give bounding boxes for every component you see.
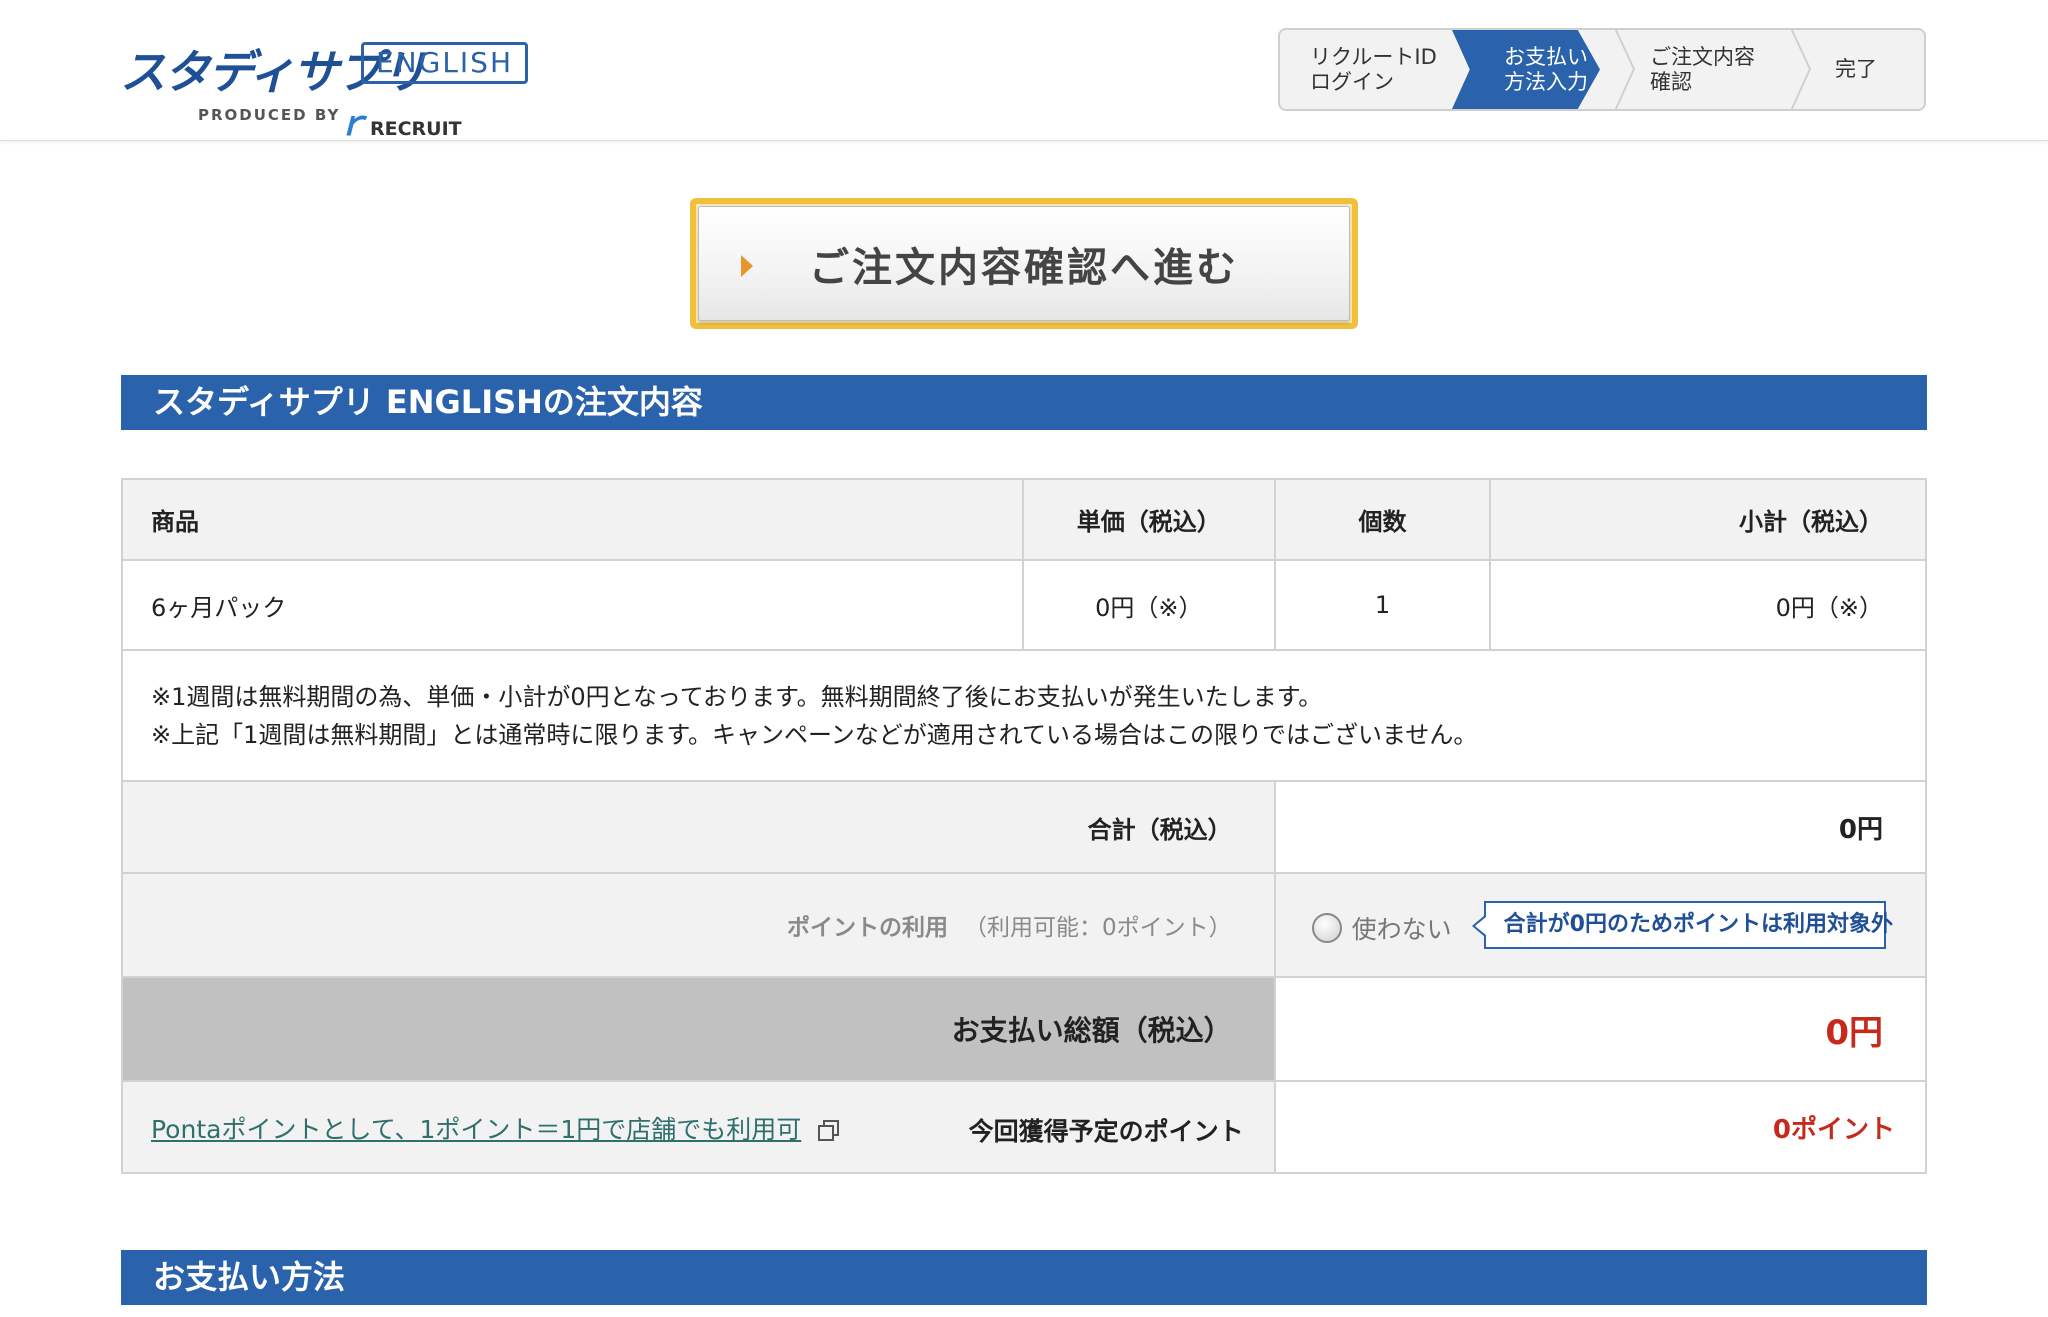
points-usage-label-cell: ポイントの利用 （利用可能：0ポイント） xyxy=(121,872,1276,978)
logo-recruit: ｒRECRUIT xyxy=(336,104,462,144)
total-label: 合計（税込） xyxy=(121,780,1276,874)
site-header: スタディサプリ ENGLISH PRODUCED BY ｒRECRUIT リクル… xyxy=(0,0,2048,144)
arrow-right-icon xyxy=(741,255,753,277)
free-period-notes: ※1週間は無料期間の為、単価・小計が0円となっております。無料期間終了後にお支払… xyxy=(121,649,1927,782)
points-available: （利用可能：0ポイント） xyxy=(964,915,1232,941)
points-usage-label: ポイントの利用 xyxy=(787,915,948,941)
table-row: 6ヶ月パック 0円（※） 1 0円（※） xyxy=(121,559,1927,651)
logo-produced-by: PRODUCED BY xyxy=(198,106,341,124)
cell-product: 6ヶ月パック xyxy=(121,559,1024,651)
do-not-use-points-label: 使わない xyxy=(1351,915,1452,944)
step-payment-input: お支払い 方法入力 xyxy=(1504,44,1588,94)
external-link-icon xyxy=(818,1120,840,1141)
earned-points-label: 今回獲得予定のポイント xyxy=(968,1117,1244,1146)
payment-method-heading: お支払い方法 xyxy=(121,1250,1927,1305)
step-login: リクルートID ログイン xyxy=(1310,44,1437,94)
step-chevron-icon xyxy=(1790,30,1812,109)
points-ineligible-tooltip: 合計が0円のためポイントは利用対象外 xyxy=(1471,901,1893,949)
payment-total-value: 0円 xyxy=(1273,976,1928,1082)
earned-points-row: Pontaポイントとして、1ポイント＝1円で店舗でも利用可 今回獲得予定のポイン… xyxy=(121,1080,1928,1174)
total-row: 合計（税込） 0円 xyxy=(121,780,1928,874)
note-line: ※1週間は無料期間の為、単価・小計が0円となっております。無料期間終了後にお支払… xyxy=(151,682,1323,711)
studysapuri-english-logo[interactable]: スタディサプリ ENGLISH PRODUCED BY ｒRECRUIT xyxy=(120,36,540,144)
column-header-unit-price: 単価（税込） xyxy=(1021,478,1276,561)
cell-subtotal: 0円（※） xyxy=(1489,559,1927,651)
column-header-subtotal: 小計（税込） xyxy=(1489,478,1927,561)
step-order-confirm: ご注文内容 確認 xyxy=(1650,44,1755,94)
cell-quantity: 1 xyxy=(1273,559,1492,651)
checkout-progress-steps: リクルートID ログイン お支払い 方法入力 ご注文内容 確認 完了 xyxy=(1278,28,1926,111)
earned-points-label-cell: Pontaポイントとして、1ポイント＝1円で店舗でも利用可 今回獲得予定のポイン… xyxy=(121,1080,1276,1174)
points-usage-row: ポイントの利用 （利用可能：0ポイント） 使わない 合計が0円のためポイントは利用… xyxy=(121,872,1928,978)
cell-unit-price: 0円（※） xyxy=(1021,559,1276,651)
column-header-quantity: 個数 xyxy=(1273,478,1492,561)
note-line: ※上記「1週間は無料期間」とは通常時に限ります。キャンペーンなどが適用されている… xyxy=(151,720,1478,749)
do-not-use-points-radio[interactable] xyxy=(1311,913,1342,943)
step-chevron-icon xyxy=(1614,30,1636,109)
order-summary-table: 商品 単価（税込） 個数 小計（税込） 6ヶ月パック 0円（※） 1 0円（※）… xyxy=(121,478,1928,1174)
proceed-button-label: ご注文内容確認へ進む xyxy=(809,244,1239,291)
total-value: 0円 xyxy=(1273,780,1928,874)
payment-total-row: お支払い総額（税込） 0円 xyxy=(121,976,1928,1082)
table-header-row: 商品 単価（税込） 個数 小計（税込） xyxy=(121,478,1927,561)
proceed-button-frame: ご注文内容確認へ進む xyxy=(690,198,1358,329)
recruit-mark-icon: ｒ xyxy=(336,104,370,144)
ponta-points-link[interactable]: Pontaポイントとして、1ポイント＝1円で店舗でも利用可 xyxy=(151,1110,840,1146)
step-complete: 完了 xyxy=(1835,57,1877,81)
points-usage-control-cell: 使わない 合計が0円のためポイントは利用対象外 xyxy=(1273,872,1928,978)
free-period-notes-row: ※1週間は無料期間の為、単価・小計が0円となっております。無料期間終了後にお支払… xyxy=(121,649,1927,782)
order-section-heading: スタディサプリ ENGLISHの注文内容 xyxy=(121,375,1927,430)
column-header-product: 商品 xyxy=(121,478,1024,561)
logo-english-badge: ENGLISH xyxy=(361,42,528,84)
earned-points-value: 0ポイント xyxy=(1273,1080,1928,1174)
payment-total-label: お支払い総額（税込） xyxy=(121,976,1276,1082)
proceed-to-confirm-button[interactable]: ご注文内容確認へ進む xyxy=(698,206,1350,321)
